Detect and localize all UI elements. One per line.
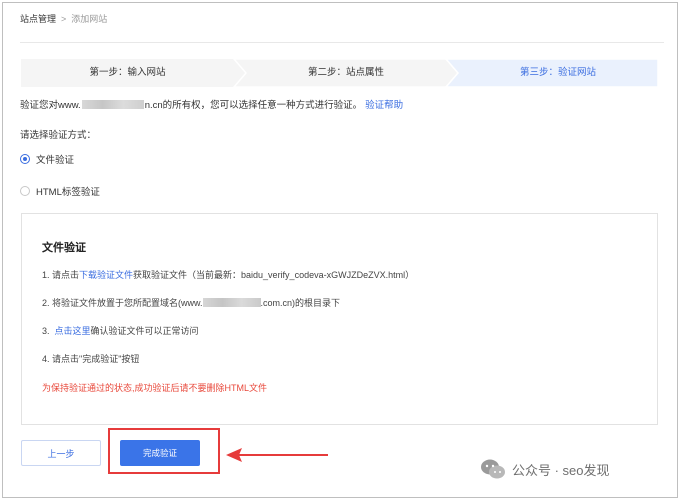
- watermark: 公众号 · seo发现: [480, 458, 610, 480]
- step-3-label: 第三步：验证网站: [519, 67, 596, 78]
- verify-help-link[interactable]: 验证帮助: [365, 97, 403, 111]
- intro-suffix: n.cn的所有权，您可以选择任意一种方式进行验证。: [144, 100, 363, 111]
- step-1-label: 第一步：输入网站: [89, 67, 166, 78]
- radio-unselected-icon[interactable]: [20, 186, 30, 196]
- redacted-domain: [202, 298, 261, 307]
- instruction-step-4: 4. 请点击"完成验证"按钮: [42, 352, 139, 365]
- instruction-step-1: 1. 请点击 下载验证文件 获取验证文件（当前最新：baidu_verify_c…: [42, 268, 414, 281]
- redacted-domain: [81, 99, 144, 109]
- step-2-label: 第二步：站点属性: [307, 67, 384, 78]
- method-html-option[interactable]: HTML标签验证: [20, 184, 100, 198]
- instruction-step-2: 2. 将验证文件放置于您所配置域名(www. .com.cn)的根目录下: [42, 296, 340, 309]
- finish-verify-button[interactable]: 完成验证: [120, 440, 200, 466]
- verify-intro: 验证您对www. n.cn的所有权，您可以选择任意一种方式进行验证。 验证帮助: [20, 97, 403, 111]
- wechat-icon: [481, 459, 505, 479]
- prev-step-button[interactable]: 上一步: [21, 440, 101, 466]
- step-3-suffix: 确认验证文件可以正常访问: [90, 326, 199, 336]
- instruction-step-3: 3. 点击这里 确认验证文件可以正常访问: [42, 324, 199, 337]
- breadcrumb-root[interactable]: 站点管理: [20, 12, 56, 25]
- click-here-link[interactable]: 点击这里: [55, 324, 91, 337]
- step-4-text: 4. 请点击"完成验证"按钮: [42, 354, 140, 364]
- download-verify-file-link[interactable]: 下载验证文件: [79, 268, 133, 281]
- breadcrumb-separator: >: [61, 13, 67, 24]
- step-2-prefix: 2. 将验证文件放置于您所配置域名(www.: [42, 298, 203, 308]
- step-1-prefix: 1. 请点击: [42, 270, 80, 280]
- panel-title: 文件验证: [42, 242, 86, 254]
- step-progress: 第一步：输入网站 第二步：站点属性 第三步：验证网站: [21, 59, 658, 87]
- method-html-label[interactable]: HTML标签验证: [36, 184, 100, 198]
- breadcrumb: 站点管理 > 添加网站: [20, 12, 107, 25]
- pointer-arrow-icon: [226, 448, 328, 462]
- method-file-option[interactable]: 文件验证: [20, 152, 74, 166]
- breadcrumb-current: 添加网站: [71, 14, 108, 24]
- radio-selected-icon[interactable]: [20, 154, 30, 164]
- watermark-text: 公众号 · seo发现: [512, 462, 610, 478]
- method-file-label[interactable]: 文件验证: [36, 152, 74, 166]
- choose-method-label: 请选择验证方式：: [20, 130, 97, 141]
- warning-text: 为保持验证通过的状态,成功验证后请不要删除HTML文件: [42, 383, 268, 393]
- step-1-suffix: 获取验证文件（当前最新：baidu_verify_codeva-xGWJZDeZ…: [133, 270, 415, 280]
- intro-prefix: 验证您对www.: [20, 100, 81, 111]
- file-verify-panel: 文件验证 1. 请点击 下载验证文件 获取验证文件（当前最新：baidu_ver…: [21, 213, 658, 425]
- step-2-suffix: .com.cn)的根目录下: [260, 298, 341, 308]
- header-divider: [20, 42, 664, 43]
- step-3-prefix: 3.: [42, 325, 55, 336]
